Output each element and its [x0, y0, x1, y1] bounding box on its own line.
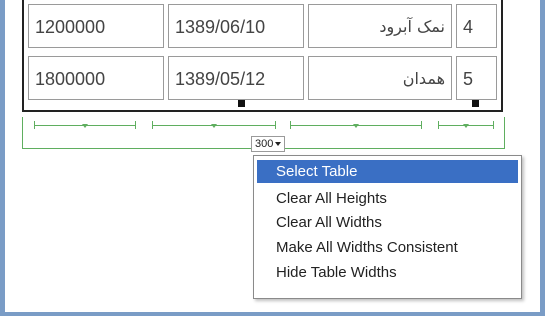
- guide-tick: [493, 121, 494, 129]
- editor-canvas: 1200000 1389/06/10 نمک آبرود 4 1800000 1…: [0, 0, 545, 316]
- column-width-guide[interactable]: [290, 121, 422, 129]
- guide-tick: [290, 121, 291, 129]
- column-header-menu-icon[interactable]: [211, 124, 217, 128]
- table-resize-handle-corner[interactable]: [472, 100, 479, 107]
- table-cell-amount[interactable]: 1800000: [28, 56, 164, 100]
- guide-tick: [421, 121, 422, 129]
- canvas-border-left: [0, 0, 5, 316]
- table-cell-date[interactable]: 1389/06/10: [168, 4, 304, 48]
- guide-tick: [34, 121, 35, 129]
- guide-tick: [152, 121, 153, 129]
- menu-item-clear-all-widths[interactable]: Clear All Widths: [257, 211, 518, 234]
- chevron-down-icon: [275, 142, 282, 147]
- guide-tick: [504, 117, 505, 149]
- guide-tick: [275, 121, 276, 129]
- table-width-value: 300: [255, 138, 274, 150]
- menu-item-clear-all-heights[interactable]: Clear All Heights: [257, 187, 518, 210]
- table-width-menu-button[interactable]: 300: [251, 136, 286, 152]
- column-header-menu-icon[interactable]: [463, 124, 469, 128]
- menu-item-hide-table-widths[interactable]: Hide Table Widths: [257, 261, 518, 284]
- canvas-border-bottom: [0, 312, 545, 316]
- table-row[interactable]: 1200000 1389/06/10 نمک آبرود 4: [24, 4, 501, 56]
- guide-tick: [22, 117, 23, 149]
- menu-item-make-widths-consistent[interactable]: Make All Widths Consistent: [257, 236, 518, 259]
- table-resize-handle[interactable]: [238, 100, 245, 107]
- column-width-guide[interactable]: [34, 121, 136, 129]
- column-width-guide[interactable]: [438, 121, 494, 129]
- column-width-guide[interactable]: [152, 121, 276, 129]
- data-table[interactable]: 1200000 1389/06/10 نمک آبرود 4 1800000 1…: [22, 0, 503, 112]
- guide-tick: [135, 121, 136, 129]
- menu-item-select-table[interactable]: Select Table: [257, 160, 518, 183]
- table-cell-date[interactable]: 1389/05/12: [168, 56, 304, 100]
- column-header-menu-icon[interactable]: [353, 124, 359, 128]
- table-header-menu: Select Table Clear All Heights Clear All…: [253, 155, 522, 299]
- table-row[interactable]: 1800000 1389/05/12 همدان 5: [24, 56, 501, 108]
- canvas-border-right: [540, 0, 545, 316]
- table-cell-id[interactable]: 4: [456, 4, 497, 48]
- guide-tick: [438, 121, 439, 129]
- column-header-menu-icon[interactable]: [82, 124, 88, 128]
- table-cell-id[interactable]: 5: [456, 56, 497, 100]
- table-cell-city[interactable]: همدان: [308, 56, 452, 100]
- table-cell-amount[interactable]: 1200000: [28, 4, 164, 48]
- table-cell-city[interactable]: نمک آبرود: [308, 4, 452, 48]
